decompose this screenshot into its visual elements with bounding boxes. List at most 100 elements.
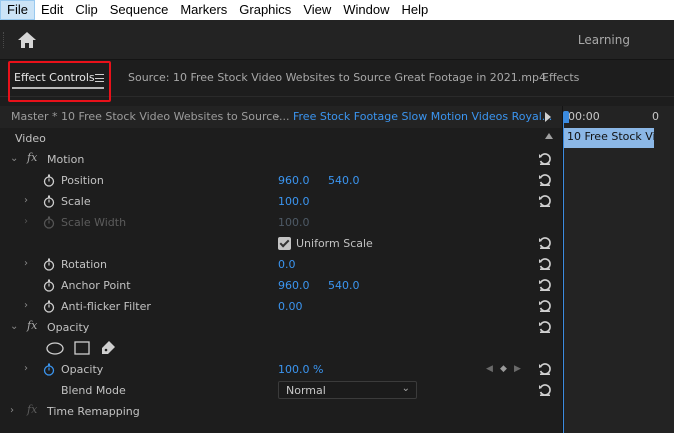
menu-view[interactable]: View bbox=[297, 0, 337, 20]
rectangle-mask-icon[interactable] bbox=[74, 341, 90, 355]
stopwatch-icon[interactable] bbox=[43, 258, 55, 271]
menu-window[interactable]: Window bbox=[337, 0, 395, 20]
prev-keyframe-icon[interactable]: ◀ bbox=[486, 364, 493, 374]
param-anti-flicker-row: › Anti-flicker Filter 0.00 bbox=[0, 296, 562, 317]
opacity-value[interactable]: 100.0 % bbox=[278, 363, 323, 376]
app-header: Learning bbox=[0, 20, 674, 60]
effect-time-remapping-label: Time Remapping bbox=[47, 405, 140, 418]
section-video-row: Video bbox=[0, 128, 562, 149]
reset-icon[interactable] bbox=[538, 299, 552, 313]
reset-icon[interactable] bbox=[538, 173, 552, 187]
menu-help[interactable]: Help bbox=[396, 0, 435, 20]
add-keyframe-icon[interactable]: ◆ bbox=[500, 364, 507, 374]
param-uniform-scale-row: Uniform Scale bbox=[0, 233, 562, 254]
menu-clip[interactable]: Clip bbox=[69, 0, 103, 20]
home-icon[interactable] bbox=[17, 31, 37, 49]
reset-icon[interactable] bbox=[538, 383, 552, 397]
param-opacity-label: Opacity bbox=[61, 363, 104, 376]
section-video-label: Video bbox=[15, 132, 46, 145]
position-y-value[interactable]: 540.0 bbox=[328, 174, 360, 187]
playhead-line bbox=[563, 120, 564, 433]
pen-mask-icon[interactable] bbox=[100, 340, 116, 356]
scale-value[interactable]: 100.0 bbox=[278, 195, 310, 208]
fx-icon[interactable]: fx bbox=[27, 151, 37, 164]
param-scale-width-label: Scale Width bbox=[61, 216, 127, 229]
param-anchor-point-row: Anchor Point 960.0 540.0 bbox=[0, 275, 562, 296]
chevron-right-icon[interactable]: › bbox=[10, 405, 14, 416]
menu-graphics[interactable]: Graphics bbox=[233, 0, 297, 20]
effect-controls-list: Video ⌄ fx Motion Position 960.0 540.0 ›… bbox=[0, 128, 562, 433]
scroll-up-icon[interactable] bbox=[545, 133, 553, 139]
effect-time-remapping-row[interactable]: › fx Time Remapping bbox=[0, 401, 562, 422]
position-x-value[interactable]: 960.0 bbox=[278, 174, 310, 187]
timeline-time-label: 00:00 bbox=[568, 110, 600, 123]
param-opacity-row: › Opacity 100.0 % ◀ ◆ ▶ bbox=[0, 359, 562, 380]
blend-mode-select[interactable]: Normal ⌄ bbox=[278, 381, 417, 399]
uniform-scale-label: Uniform Scale bbox=[296, 237, 373, 250]
fx-icon: fx bbox=[27, 403, 38, 416]
stopwatch-icon[interactable] bbox=[43, 279, 55, 292]
reset-icon[interactable] bbox=[538, 278, 552, 292]
stopwatch-icon bbox=[43, 216, 55, 229]
param-anchor-point-label: Anchor Point bbox=[61, 279, 131, 292]
scale-width-value: 100.0 bbox=[278, 216, 310, 229]
sequence-clip-label[interactable]: Free Stock Footage Slow Motion Videos Ro… bbox=[293, 110, 552, 123]
menu-sequence[interactable]: Sequence bbox=[104, 0, 175, 20]
param-rotation-row: › Rotation 0.0 bbox=[0, 254, 562, 275]
chevron-right-icon[interactable]: › bbox=[24, 258, 28, 269]
master-clip-label[interactable]: Master * 10 Free Stock Video Websites to… bbox=[11, 110, 290, 123]
effect-opacity-row[interactable]: ⌄ fx Opacity bbox=[0, 317, 562, 338]
play-icon[interactable] bbox=[545, 112, 551, 122]
chevron-down-icon: ⌄ bbox=[401, 383, 410, 394]
param-scale-row: › Scale 100.0 bbox=[0, 191, 562, 212]
param-anti-flicker-label: Anti-flicker Filter bbox=[61, 300, 151, 313]
effect-opacity-label: Opacity bbox=[47, 321, 90, 334]
anchor-x-value[interactable]: 960.0 bbox=[278, 279, 310, 292]
stopwatch-icon[interactable] bbox=[43, 300, 55, 313]
chevron-right-icon[interactable]: › bbox=[24, 195, 28, 206]
effect-motion-label: Motion bbox=[47, 153, 85, 166]
blend-mode-value: Normal bbox=[286, 384, 326, 397]
menu-bar: File Edit Clip Sequence Markers Graphics… bbox=[0, 0, 674, 20]
stopwatch-active-icon[interactable] bbox=[43, 363, 55, 376]
stopwatch-icon[interactable] bbox=[43, 195, 55, 208]
workspace-learning[interactable]: Learning bbox=[578, 33, 630, 47]
tab-effects[interactable]: Effects bbox=[542, 71, 579, 84]
chevron-down-icon[interactable]: ⌄ bbox=[273, 110, 281, 121]
effect-motion-row[interactable]: ⌄ fx Motion bbox=[0, 149, 562, 170]
mask-tools-row bbox=[0, 338, 562, 359]
stopwatch-icon[interactable] bbox=[43, 174, 55, 187]
ellipse-mask-icon[interactable] bbox=[46, 342, 64, 355]
effect-controls-timeline[interactable]: 00:00 0 10 Free Stock Vid bbox=[562, 106, 674, 433]
chevron-down-icon[interactable]: ⌄ bbox=[10, 153, 18, 164]
anchor-y-value[interactable]: 540.0 bbox=[328, 279, 360, 292]
param-blend-mode-row: Blend Mode Normal ⌄ bbox=[0, 380, 562, 401]
uniform-scale-checkbox[interactable] bbox=[278, 237, 291, 250]
chevron-right-icon[interactable]: › bbox=[24, 363, 28, 374]
chevron-right-icon: › bbox=[24, 216, 28, 227]
reset-icon[interactable] bbox=[538, 362, 552, 376]
next-keyframe-icon[interactable]: ▶ bbox=[514, 364, 521, 374]
reset-icon[interactable] bbox=[538, 194, 552, 208]
reset-icon[interactable] bbox=[538, 152, 552, 166]
menu-markers[interactable]: Markers bbox=[174, 0, 233, 20]
reset-icon[interactable] bbox=[538, 257, 552, 271]
param-position-row: Position 960.0 540.0 bbox=[0, 170, 562, 191]
timeline-ruler[interactable]: 00:00 0 bbox=[563, 106, 674, 128]
reset-icon[interactable] bbox=[538, 236, 552, 250]
rotation-value[interactable]: 0.0 bbox=[278, 258, 296, 271]
menu-file[interactable]: File bbox=[0, 0, 35, 20]
anti-flicker-value[interactable]: 0.00 bbox=[278, 300, 303, 313]
playhead-handle[interactable] bbox=[563, 111, 569, 123]
chevron-down-icon[interactable]: ⌄ bbox=[10, 321, 18, 332]
reset-icon[interactable] bbox=[538, 320, 552, 334]
param-scale-width-row: › Scale Width 100.0 bbox=[0, 212, 562, 233]
timeline-clip[interactable]: 10 Free Stock Vid bbox=[564, 128, 654, 148]
tab-source[interactable]: Source: 10 Free Stock Video Websites to … bbox=[128, 71, 546, 84]
panel-grip[interactable] bbox=[3, 32, 7, 48]
chevron-right-icon[interactable]: › bbox=[24, 300, 28, 311]
menu-edit[interactable]: Edit bbox=[35, 0, 69, 20]
param-blend-mode-label: Blend Mode bbox=[61, 384, 126, 397]
fx-icon[interactable]: fx bbox=[27, 319, 37, 332]
param-position-label: Position bbox=[61, 174, 104, 187]
